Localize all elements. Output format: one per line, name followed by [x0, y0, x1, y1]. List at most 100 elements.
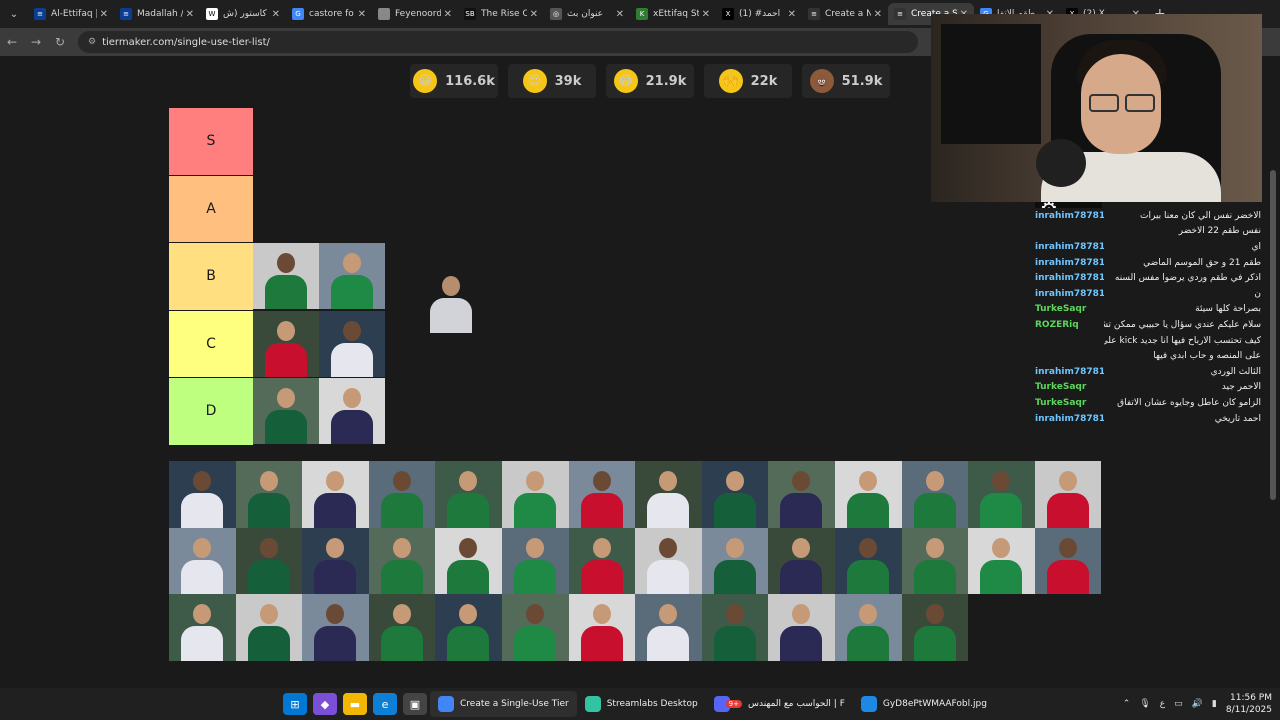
player-card[interactable] [169, 594, 236, 661]
player-card[interactable] [968, 527, 1035, 595]
player-card[interactable] [901, 461, 969, 528]
dragged-player-card[interactable] [418, 266, 485, 333]
player-card[interactable] [368, 461, 436, 528]
player-card[interactable] [501, 461, 569, 528]
close-tab-icon[interactable]: ✕ [616, 9, 624, 20]
close-tab-icon[interactable]: ✕ [702, 9, 710, 20]
player-card[interactable] [568, 461, 636, 528]
browser-tab[interactable]: ≡ Al-Ettifaq | ✕ [28, 3, 114, 25]
player-card[interactable] [768, 527, 835, 595]
keyboard-language[interactable]: ع [1160, 699, 1165, 709]
player-card[interactable] [568, 594, 636, 661]
windows-start-icon[interactable]: ⊞ [283, 693, 307, 715]
tier-label[interactable]: B [169, 243, 253, 310]
player-card[interactable] [319, 378, 385, 444]
tier-drop-zone[interactable] [253, 310, 1102, 377]
browser-tab[interactable]: Feyenoord ✕ [372, 3, 458, 25]
tier-label[interactable]: S [169, 108, 253, 175]
clock[interactable]: 11:56 PM 8/11/2025 [1226, 692, 1272, 716]
tier-drop-zone[interactable] [253, 378, 1102, 445]
player-card[interactable] [169, 527, 236, 595]
reload-icon[interactable]: ↻ [48, 35, 72, 49]
site-info-icon[interactable]: ⚙ [88, 37, 96, 47]
browser-tab[interactable]: SB The Rise O ✕ [458, 3, 544, 25]
player-card[interactable] [501, 527, 569, 595]
player-card[interactable] [901, 527, 969, 595]
forward-arrow-icon[interactable]: → [24, 35, 48, 49]
player-card[interactable] [701, 527, 769, 595]
player-card[interactable] [635, 461, 702, 528]
player-card[interactable] [635, 594, 702, 661]
close-tab-icon[interactable]: ✕ [788, 9, 796, 20]
player-card[interactable] [435, 461, 502, 528]
taskbar-app[interactable]: Streamlabs Desktop [577, 691, 706, 717]
player-card[interactable] [901, 594, 969, 661]
browser-tab[interactable]: ≡ Madallah / ✕ [114, 3, 200, 25]
store-icon[interactable]: ▣ [403, 693, 427, 715]
close-tab-icon[interactable]: ✕ [186, 9, 194, 20]
player-card[interactable] [319, 243, 385, 309]
browser-tab[interactable]: Gcastore fo ✕ [286, 3, 372, 25]
browser-tab[interactable]: ≡ Create a N ✕ [802, 3, 888, 25]
tier-label[interactable]: A [169, 175, 253, 242]
taskbar-app[interactable]: GyD8ePtWMAAFobl.jpg [853, 691, 995, 717]
page-scrollbar[interactable] [1270, 170, 1276, 500]
player-card[interactable] [768, 461, 835, 528]
player-card[interactable] [435, 527, 502, 595]
player-card[interactable] [701, 461, 769, 528]
file-explorer-icon[interactable]: ▬ [343, 693, 367, 715]
player-card[interactable] [169, 461, 236, 528]
battery-icon[interactable]: ▮ [1212, 699, 1217, 709]
player-card[interactable] [1034, 527, 1102, 595]
reaction-button[interactable]: 😍 39k [508, 64, 596, 98]
player-card[interactable] [1034, 461, 1102, 528]
reaction-button[interactable]: 💩 51.9k [802, 64, 890, 98]
volume-icon[interactable]: 🔊 [1192, 699, 1203, 709]
close-tab-icon[interactable]: ✕ [530, 9, 538, 20]
player-card[interactable] [253, 378, 319, 444]
player-card[interactable] [235, 461, 303, 528]
player-card[interactable] [568, 527, 636, 595]
reaction-button[interactable]: 🙌 22k [704, 64, 792, 98]
close-tab-icon[interactable]: ✕ [358, 9, 366, 20]
player-card[interactable] [701, 594, 769, 661]
edge-icon[interactable]: e [373, 693, 397, 715]
browser-tab[interactable]: W كاستور (ش ✕ [200, 3, 286, 25]
player-card[interactable] [253, 243, 319, 309]
network-icon[interactable]: ▭ [1174, 699, 1183, 709]
player-card[interactable] [834, 527, 902, 595]
chevron-up-icon[interactable]: ⌃ [1123, 699, 1131, 709]
tier-drop-zone[interactable] [253, 243, 1102, 310]
tier-label[interactable]: C [169, 310, 253, 377]
tab-search-chevron-icon[interactable]: ⌄ [0, 0, 28, 28]
close-tab-icon[interactable]: ✕ [272, 9, 280, 20]
copilot-icon[interactable]: ◆ [313, 693, 337, 715]
close-tab-icon[interactable]: ✕ [874, 9, 882, 20]
player-card[interactable] [435, 594, 502, 661]
browser-tab[interactable]: KxEttifaq St ✕ [630, 3, 716, 25]
reaction-button[interactable]: 😀 116.6k [410, 64, 498, 98]
player-card[interactable] [235, 594, 303, 661]
taskbar-app[interactable]: 9+ الحواسب مع المهندس | F [706, 691, 853, 717]
player-card[interactable] [302, 461, 369, 528]
microphone-icon[interactable]: 🎙 [1139, 699, 1150, 709]
browser-tab[interactable]: X أحمد# (1) ✕ [716, 3, 802, 25]
close-tab-icon[interactable]: ✕ [100, 9, 108, 20]
back-arrow-icon[interactable]: ← [0, 35, 24, 49]
taskbar-app[interactable]: Create a Single-Use Tier [430, 691, 577, 717]
player-card[interactable] [368, 594, 436, 661]
player-card[interactable] [834, 594, 902, 661]
tier-label[interactable]: D [169, 378, 253, 445]
player-card[interactable] [968, 461, 1035, 528]
browser-tab[interactable]: ◎ عنوان بث ✕ [544, 3, 630, 25]
url-bar[interactable]: ⚙ tiermaker.com/single-use-tier-list/ [78, 31, 918, 53]
close-tab-icon[interactable]: ✕ [444, 9, 452, 20]
player-card[interactable] [368, 527, 436, 595]
player-card[interactable] [635, 527, 702, 595]
player-card[interactable] [302, 594, 369, 661]
player-card[interactable] [235, 527, 303, 595]
player-card[interactable] [319, 310, 385, 377]
reaction-button[interactable]: 😂 21.9k [606, 64, 694, 98]
player-card[interactable] [834, 461, 902, 528]
player-card[interactable] [501, 594, 569, 661]
